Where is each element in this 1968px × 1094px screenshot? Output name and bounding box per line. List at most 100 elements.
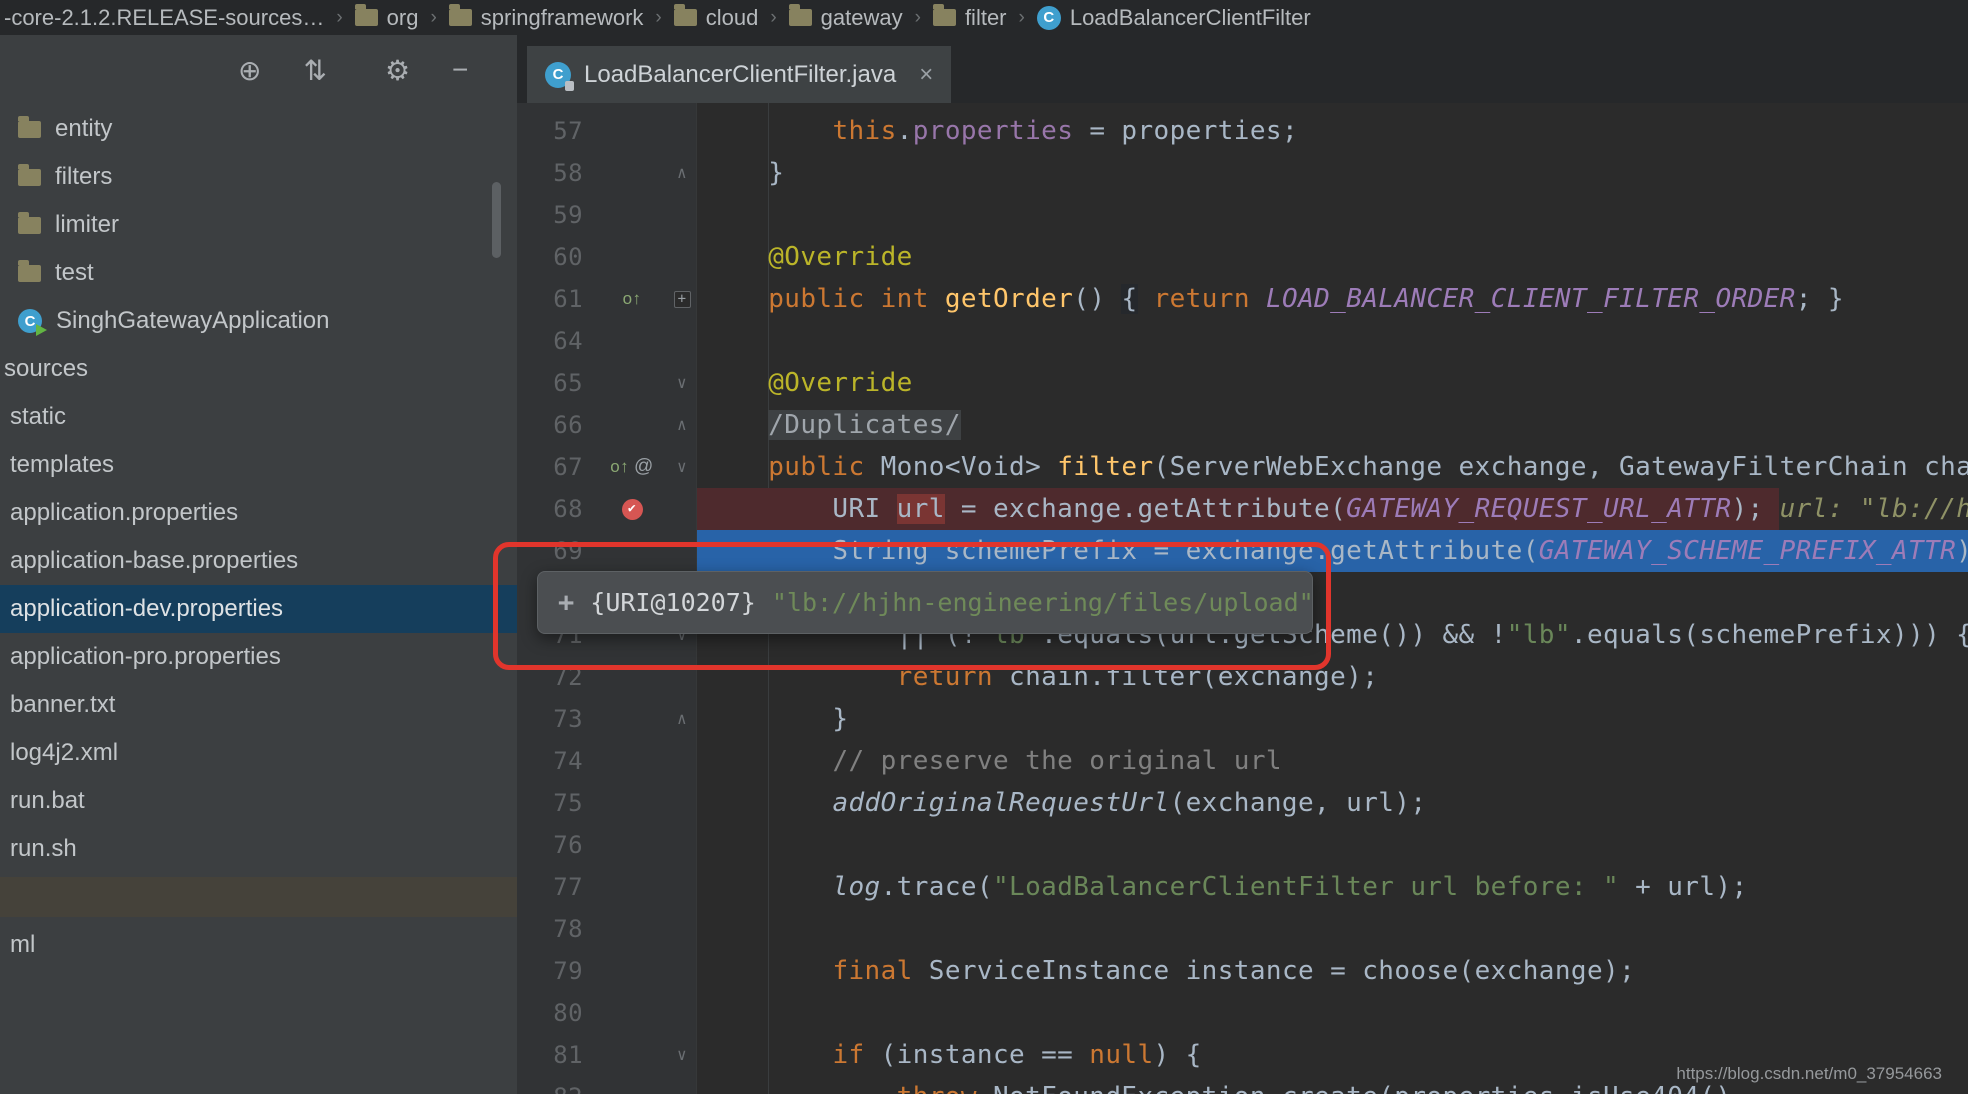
- fold-marker[interactable]: ∧: [667, 698, 697, 740]
- collapse-all-icon[interactable]: ⇅: [303, 54, 326, 87]
- line-number[interactable]: 82: [517, 1076, 597, 1094]
- code-line[interactable]: // preserve the original url: [697, 740, 1968, 782]
- code-line[interactable]: @Override: [697, 362, 1968, 404]
- tree-item[interactable]: templates: [0, 441, 517, 489]
- tree-item[interactable]: limiter: [0, 201, 517, 249]
- tree-item[interactable]: application-dev.properties: [0, 585, 517, 633]
- tree-item[interactable]: log4j2.xml: [0, 729, 517, 777]
- breadcrumb-item[interactable]: -core-2.1.2.RELEASE-sources…: [4, 5, 324, 31]
- breadcrumb-item[interactable]: cloud: [673, 4, 759, 31]
- fold-marker[interactable]: ∨: [667, 362, 697, 404]
- code-line[interactable]: [697, 992, 1968, 1034]
- line-number[interactable]: 76: [517, 824, 597, 866]
- tree-item[interactable]: sources: [0, 345, 517, 393]
- tree-item[interactable]: application.properties: [0, 489, 517, 537]
- line-number[interactable]: 66: [517, 404, 597, 446]
- code-line[interactable]: [697, 908, 1968, 950]
- line-number[interactable]: 79: [517, 950, 597, 992]
- line-number[interactable]: 59: [517, 194, 597, 236]
- code-line[interactable]: URI url = exchange.getAttribute(GATEWAY_…: [697, 488, 1968, 530]
- settings-gear-icon[interactable]: ⚙: [385, 54, 410, 87]
- editor-tab[interactable]: C LoadBalancerClientFilter.java ×: [527, 46, 952, 103]
- breadcrumb-separator: ›: [914, 6, 921, 28]
- tree-item[interactable]: application-pro.properties: [0, 633, 517, 681]
- code-line[interactable]: }: [697, 698, 1968, 740]
- code-line[interactable]: final ServiceInstance instance = choose(…: [697, 950, 1968, 992]
- line-number[interactable]: 67: [517, 446, 597, 488]
- line-number[interactable]: 78: [517, 908, 597, 950]
- hide-panel-icon[interactable]: −: [452, 54, 468, 86]
- line-number[interactable]: 68: [517, 488, 597, 530]
- breadcrumb-item[interactable]: gateway: [788, 4, 903, 31]
- fold-marker[interactable]: ∧: [667, 152, 697, 194]
- tree-scrollbar-thumb[interactable]: [492, 182, 501, 258]
- fold-expand-icon[interactable]: +: [673, 291, 691, 308]
- tree-item[interactable]: static: [0, 393, 517, 441]
- code-line[interactable]: [697, 824, 1968, 866]
- code-line[interactable]: this.properties = properties;: [697, 110, 1968, 152]
- tree-item[interactable]: ml: [0, 921, 517, 969]
- code-line[interactable]: addOriginalRequestUrl(exchange, url);: [697, 782, 1968, 824]
- line-number[interactable]: 64: [517, 320, 597, 362]
- code-line[interactable]: String schemePrefix = exchange.getAttrib…: [697, 530, 1968, 572]
- gutter-icon-slot: [597, 698, 667, 740]
- line-number[interactable]: 81: [517, 1034, 597, 1076]
- breadcrumb-item[interactable]: springframework: [448, 4, 643, 31]
- line-number[interactable]: 77: [517, 866, 597, 908]
- tree-item[interactable]: filters: [0, 153, 517, 201]
- tree-item[interactable]: run.sh: [0, 825, 517, 873]
- tab-close-icon[interactable]: ×: [919, 61, 933, 89]
- line-number[interactable]: 60: [517, 236, 597, 278]
- line-number[interactable]: 65: [517, 362, 597, 404]
- override-icon[interactable]: o↑: [610, 446, 629, 488]
- code-token: );: [1956, 536, 1968, 566]
- code-line[interactable]: [697, 320, 1968, 362]
- code-line[interactable]: [697, 194, 1968, 236]
- code-line[interactable]: /Duplicates/: [697, 404, 1968, 446]
- fold-marker: [667, 824, 697, 866]
- code-line[interactable]: }: [697, 152, 1968, 194]
- expand-node-icon[interactable]: +: [558, 587, 574, 618]
- breadcrumb-item[interactable]: org: [354, 4, 418, 31]
- code-token: log: [832, 872, 881, 902]
- code-token: public: [768, 284, 865, 314]
- tree-item[interactable]: test: [0, 249, 517, 297]
- override-icon[interactable]: o↑: [623, 278, 642, 320]
- breakpoint-icon[interactable]: ✔: [621, 498, 643, 520]
- line-number[interactable]: 74: [517, 740, 597, 782]
- breadcrumb-item[interactable]: filter: [932, 4, 1007, 31]
- tree-item[interactable]: application-base.properties: [0, 537, 517, 585]
- tree-item-label: static: [10, 403, 67, 430]
- line-number[interactable]: 75: [517, 782, 597, 824]
- line-number[interactable]: 61: [517, 278, 597, 320]
- code-line[interactable]: log.trace("LoadBalancerClientFilter url …: [697, 866, 1968, 908]
- tree-item[interactable]: banner.txt: [0, 681, 517, 729]
- fold-marker[interactable]: +: [667, 278, 697, 320]
- tree-item[interactable]: entity: [0, 105, 517, 153]
- tree-item[interactable]: C SinghGatewayApplication: [0, 297, 517, 345]
- fold-marker[interactable]: ∨: [667, 1034, 697, 1076]
- breadcrumb-item[interactable]: C LoadBalancerClientFilter: [1036, 5, 1311, 31]
- fold-marker[interactable]: ∨: [667, 446, 697, 488]
- code-line[interactable]: return chain.filter(exchange);: [697, 656, 1968, 698]
- line-number[interactable]: 58: [517, 152, 597, 194]
- fold-marker[interactable]: ∧: [667, 404, 697, 446]
- line-number[interactable]: 80: [517, 992, 597, 1034]
- line-number[interactable]: 69: [517, 530, 597, 572]
- code-token: int: [880, 284, 929, 314]
- code-line[interactable]: public int getOrder() { return LOAD_BALA…: [697, 278, 1968, 320]
- line-number[interactable]: 72: [517, 656, 597, 698]
- breadcrumb-label: cloud: [705, 4, 759, 30]
- code-line[interactable]: @Override: [697, 236, 1968, 278]
- tree-item[interactable]: [0, 877, 517, 917]
- line-number[interactable]: 57: [517, 110, 597, 152]
- code-token: GATEWAY_REQUEST_URL_ATTR: [1346, 494, 1732, 524]
- code-line[interactable]: public Mono<Void> filter(ServerWebExchan…: [697, 446, 1968, 488]
- locate-icon[interactable]: ⊕: [238, 54, 261, 87]
- tree-item[interactable]: run.bat: [0, 777, 517, 825]
- line-number[interactable]: 73: [517, 698, 597, 740]
